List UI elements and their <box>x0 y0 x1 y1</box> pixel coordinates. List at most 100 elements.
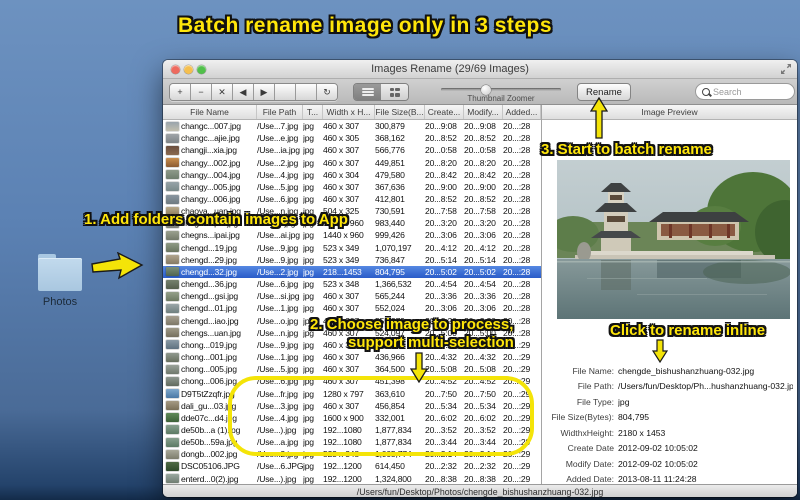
cell-file-path: /Use...9.jpg <box>257 242 299 253</box>
cell-file-path: /Use...6.jpg <box>257 279 299 290</box>
cell-modify-date: 20...4:12 <box>464 242 496 253</box>
table-header: File Name File Path T... Width x H... File S… <box>163 105 541 120</box>
toolbar-button[interactable]: ▶ <box>254 84 275 100</box>
zoomer-slider[interactable] <box>441 84 561 95</box>
metadata-label: Create Date <box>567 443 614 454</box>
cell-modify-date: 20...5:08 <box>464 364 496 375</box>
cell-added-date: 20...:28 <box>503 145 531 156</box>
table-row[interactable]: chegns...ipai.jpg /Use...ai.jpg jpg 1440… <box>163 229 541 241</box>
step1-arrow-icon <box>91 252 144 280</box>
cell-create-date: 20...8:42 <box>425 169 457 180</box>
column-header[interactable]: File Path <box>257 105 303 119</box>
column-header[interactable]: T... <box>303 105 323 119</box>
metadata-value[interactable]: chengde_bishushanzhuang-032.jpg <box>618 366 754 376</box>
cell-added-date: 20...:28 <box>503 279 531 290</box>
table-row[interactable]: changy...006.jpg /Use...6.jpg jpg 460 x … <box>163 193 541 205</box>
column-header[interactable]: Added... <box>503 105 541 119</box>
photos-folder[interactable]: Photos <box>34 252 86 312</box>
cell-file-path: /Use...n.jpg <box>257 327 299 338</box>
cell-file-path: /Use...5.jpg <box>257 181 299 192</box>
table-row[interactable]: changc...ajie.jpg /Use...e.jpg jpg 460 x… <box>163 132 541 144</box>
cell-file-size: 1,324,800 <box>375 473 412 484</box>
table-row[interactable]: chengd...19.jpg /Use...9.jpg jpg 523 x 3… <box>163 242 541 254</box>
cell-dimensions: 460 x 307 <box>323 291 359 302</box>
table-row[interactable]: DSC05106.JPG /Use...6.JPG jpg 192...1200… <box>163 460 541 472</box>
step2-annotation-line2: support multi-selection <box>348 334 514 351</box>
cell-file-size: 412,801 <box>375 194 405 205</box>
cell-file-size: 730,591 <box>375 206 405 217</box>
table-row[interactable]: chengd...gsi.jpg /Use...si.jpg jpg 460 x… <box>163 290 541 302</box>
table-row[interactable]: chengd...36.jpg /Use...6.jpg jpg 523 x 3… <box>163 278 541 290</box>
column-header[interactable]: File Size(B... <box>375 105 425 119</box>
cell-dimensions: 523 x 349 <box>323 242 359 253</box>
preview-header: Image Preview <box>542 105 797 120</box>
cell-create-date: 20...9:08 <box>425 121 457 132</box>
thumbnail-icon <box>166 267 179 277</box>
table-row[interactable]: changc...007.jpg /Use...7.jpg jpg 460 x … <box>163 120 541 132</box>
cell-file-size: 368,162 <box>375 133 405 144</box>
fullscreen-icon[interactable] <box>780 63 792 75</box>
cell-modify-date: 20...9:00 <box>464 181 496 192</box>
toolbar-button[interactable]: − <box>191 84 212 100</box>
cell-file-name: chengd...29.jpg <box>181 254 237 265</box>
titlebar[interactable]: Images Rename (29/69 Images) <box>163 60 797 79</box>
search-input[interactable]: Search <box>695 83 795 100</box>
column-header[interactable]: Create... <box>425 105 464 119</box>
list-view-button[interactable] <box>354 84 381 100</box>
table-row[interactable]: changy...005.jpg /Use...5.jpg jpg 460 x … <box>163 181 541 193</box>
table-row[interactable]: enterd...0(2).jpg /Use...).jpg jpg 192..… <box>163 473 541 484</box>
slider-knob[interactable] <box>481 84 491 95</box>
cell-file-name: changy...004.jpg <box>181 169 241 180</box>
step2-annotation-line1: 2. Choose image to process, <box>310 316 514 333</box>
column-header[interactable]: Modify... <box>464 105 503 119</box>
metadata-label: Added Date: <box>566 474 614 485</box>
cell-file-path: /Use...9.jpg <box>257 339 299 350</box>
toolbar-button[interactable]: ◀ <box>233 84 254 100</box>
column-header[interactable]: Width x H... <box>323 105 375 119</box>
cell-added-date: 20...:28 <box>503 303 531 314</box>
column-header[interactable]: File Name <box>163 105 257 119</box>
cell-file-size: 565,244 <box>375 291 405 302</box>
table-row[interactable]: chengd...29.jpg /Use...9.jpg jpg 523 x 3… <box>163 254 541 266</box>
cell-modify-date: 20...0:58 <box>464 145 496 156</box>
cell-file-name: chengd...iao.jpg <box>181 315 239 326</box>
cell-file-name: changji...xia.jpg <box>181 145 237 156</box>
search-placeholder: Search <box>713 86 742 97</box>
metadata-value: jpg <box>618 396 630 407</box>
cell-create-date: 20...3:06 <box>425 230 457 241</box>
thumbnail-icon <box>166 340 179 350</box>
toolbar-button[interactable]: ↻ <box>317 84 337 100</box>
cell-added-date: 20...:28 <box>503 133 531 144</box>
table-row[interactable]: changy...004.jpg /Use...4.jpg jpg 460 x … <box>163 169 541 181</box>
thumbnail-icon <box>166 279 179 289</box>
cell-modify-date: 20...3:06 <box>464 230 496 241</box>
cell-modify-date: 20...4:54 <box>464 279 496 290</box>
cell-file-name: DSC05106.JPG <box>181 461 240 472</box>
table-row[interactable]: changji...xia.jpg /Use...ia.jpg jpg 460 … <box>163 144 541 156</box>
cell-type: jpg <box>303 242 314 253</box>
toolbar-button[interactable] <box>296 84 317 100</box>
toolbar-button-group: + − ✕ ◀ ▶ ↻ <box>169 83 338 101</box>
table-row[interactable]: chengd...01.jpg /Use...1.jpg jpg 460 x 3… <box>163 302 541 314</box>
cell-create-date: 20...8:38 <box>425 473 457 484</box>
cell-file-path: /Use...).jpg <box>257 473 297 484</box>
cell-dimensions: 460 x 307 <box>323 181 359 192</box>
metadata-row: Modify Date: 2012-09-02 10:05:02 <box>542 456 793 472</box>
metadata-row: File Path: /Users/fun/Desktop/Ph...husha… <box>542 379 793 395</box>
table-row[interactable]: chong...001.jpg /Use...1.jpg jpg 460 x 3… <box>163 351 541 363</box>
table-row[interactable]: changy...002.jpg /Use...2.jpg jpg 460 x … <box>163 156 541 168</box>
table-row[interactable]: chong...005.jpg /Use...5.jpg jpg 460 x 3… <box>163 363 541 375</box>
toolbar-button[interactable]: + <box>170 84 191 100</box>
grid-view-button[interactable] <box>381 84 408 100</box>
toolbar-button[interactable]: ✕ <box>212 84 233 100</box>
cell-added-date: 20...:28 <box>503 169 531 180</box>
zoomer-label: Thumbnail Zoomer <box>467 94 535 103</box>
cell-dimensions: 192...1200 <box>323 473 362 484</box>
table-row[interactable]: chengd...32.jpg /Use...2.jpg jpg 218...1… <box>163 265 541 279</box>
cell-file-size: 736,847 <box>375 254 405 265</box>
toolbar: + − ✕ ◀ ▶ ↻ Thumbnail Zoomer Rename Sear… <box>163 79 797 105</box>
window-title: Images Rename (29/69 Images) <box>371 63 529 75</box>
banner-annotation: Batch rename image only in 3 steps <box>177 14 553 37</box>
cell-file-name: chong...001.jpg <box>181 352 237 363</box>
toolbar-button[interactable] <box>275 84 296 100</box>
